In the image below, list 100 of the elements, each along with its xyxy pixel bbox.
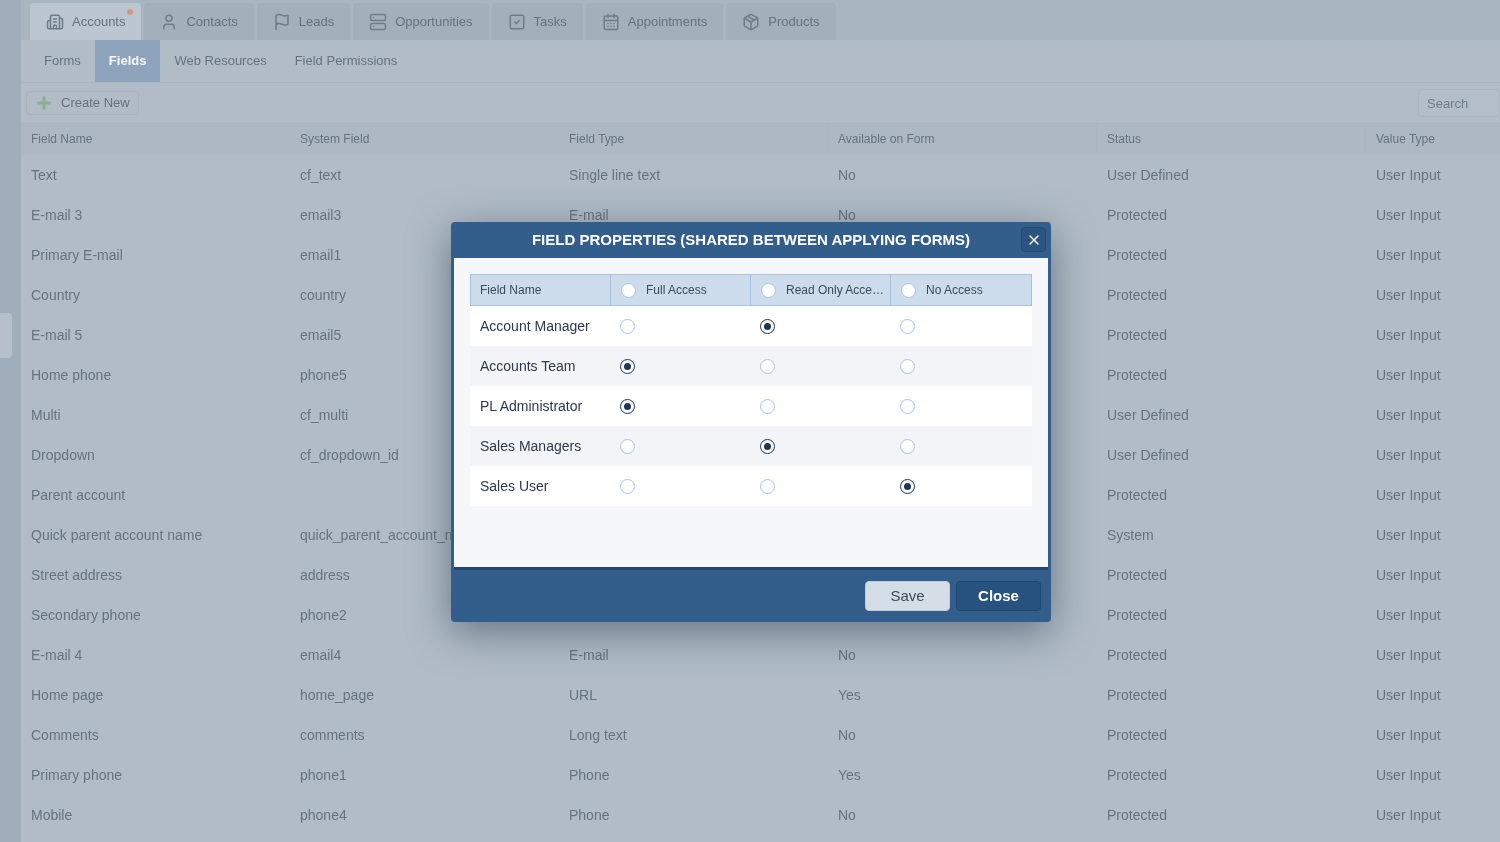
table-cell: E-mail 3: [31, 206, 83, 223]
table-cell: User Input: [1376, 606, 1441, 623]
column-header: Field Type: [559, 124, 828, 154]
save-button[interactable]: Save: [865, 581, 950, 611]
radio-button[interactable]: [900, 358, 915, 374]
table-cell: email3: [300, 206, 342, 223]
radio-button[interactable]: [760, 478, 775, 494]
radio-button[interactable]: [900, 438, 915, 454]
table-cell: User Input: [1376, 406, 1441, 423]
table-cell: User Input: [1376, 726, 1441, 743]
table-cell: User Input: [1376, 566, 1441, 583]
radio-button[interactable]: [620, 358, 635, 374]
table-cell: phone4: [300, 806, 347, 823]
column-header: Field Name: [21, 124, 290, 154]
table-cell: comments: [300, 726, 365, 743]
flag-icon: [272, 12, 291, 31]
table-cell: phone1: [300, 766, 347, 783]
table-cell: country: [300, 286, 346, 303]
radio-button[interactable]: [620, 318, 635, 334]
table-cell: Protected: [1107, 606, 1167, 623]
table-cell: No: [838, 646, 856, 663]
table-cell: cf_dropdown_id: [300, 446, 399, 463]
radio-button[interactable]: [900, 478, 915, 494]
radio-button[interactable]: [620, 398, 635, 414]
table-cell: User Input: [1376, 366, 1441, 383]
table-cell: Multi: [31, 406, 61, 423]
table-cell: User Input: [1376, 766, 1441, 783]
radio-button[interactable]: [900, 398, 915, 414]
table-cell: User Input: [1376, 286, 1441, 303]
radio-button[interactable]: [900, 318, 915, 334]
radio-button[interactable]: [760, 398, 775, 414]
table-cell: Single line text: [569, 166, 661, 183]
table-cell: User Input: [1376, 166, 1441, 183]
radio-button[interactable]: [621, 282, 636, 298]
table-cell: Protected: [1107, 366, 1167, 383]
plus-icon: [35, 94, 53, 112]
radio-button[interactable]: [760, 318, 775, 334]
table-cell: home_page: [300, 686, 374, 703]
radio-button[interactable]: [620, 478, 635, 494]
module-tab[interactable]: Contacts: [144, 3, 254, 40]
table-cell: Mobile: [31, 806, 73, 823]
table-cell: Protected: [1107, 806, 1167, 823]
module-tab[interactable]: Products: [726, 3, 836, 40]
box-icon: [742, 12, 761, 31]
dialog-title: FIELD PROPERTIES (SHARED BETWEEN APPLYING FORMS): [531, 229, 971, 250]
table-cell: User Input: [1376, 446, 1441, 463]
table-cell: Protected: [1107, 486, 1167, 503]
table-cell: quick_parent_account_n: [300, 526, 453, 543]
table-cell: System: [1107, 526, 1154, 543]
sub-tab[interactable]: Field Permissions: [280, 40, 412, 82]
table-cell: Street address: [31, 566, 123, 583]
table-cell: email4: [300, 646, 342, 663]
table-cell: Protected: [1107, 286, 1167, 303]
sub-tab[interactable]: Forms: [30, 40, 95, 82]
module-tab[interactable]: Opportunities: [353, 3, 489, 40]
table-cell: Home page: [31, 686, 104, 703]
table-cell: Protected: [1107, 206, 1167, 223]
close-button[interactable]: [1021, 227, 1046, 252]
module-tab[interactable]: Tasks: [491, 3, 583, 40]
table-cell: Protected: [1107, 766, 1167, 783]
module-tab[interactable]: Accounts: [30, 3, 142, 40]
table-cell: Text: [31, 166, 57, 183]
search-field[interactable]: Search: [1418, 89, 1500, 117]
table-cell: User Input: [1376, 206, 1441, 223]
calendar-icon: [601, 12, 620, 31]
radio-button[interactable]: [761, 282, 776, 298]
column-header: No Access: [926, 282, 983, 299]
radio-button[interactable]: [901, 282, 916, 298]
column-header: Full Access: [646, 282, 707, 299]
table-cell: Protected: [1107, 726, 1167, 743]
module-tab[interactable]: Appointments: [585, 3, 724, 40]
sub-tab[interactable]: Web Resources: [160, 40, 281, 82]
table-cell: phone2: [300, 606, 347, 623]
building-icon: [46, 12, 64, 31]
table-cell: No: [838, 206, 856, 223]
table-cell: Long text: [569, 726, 627, 743]
table-cell: Country: [31, 286, 81, 303]
table-cell: User Input: [1376, 646, 1441, 663]
table-cell: User Input: [1376, 806, 1441, 823]
table-cell: email5: [300, 326, 342, 343]
table-cell: Yes: [838, 766, 861, 783]
radio-button[interactable]: [760, 358, 775, 374]
sub-tab[interactable]: Fields: [94, 40, 161, 82]
table-cell: Parent account: [31, 486, 126, 503]
role-name: Sales Managers: [480, 438, 582, 454]
column-header: Field Name: [471, 275, 611, 305]
close-dialog-button[interactable]: Close: [956, 581, 1041, 611]
table-cell: No: [838, 166, 856, 183]
table-cell: No: [838, 726, 856, 743]
table-cell: User Input: [1376, 246, 1441, 263]
table-cell: cf_text: [300, 166, 342, 183]
create-new-button[interactable]: Create New: [26, 91, 139, 115]
role-name: Account Manager: [480, 318, 590, 334]
radio-button[interactable]: [620, 438, 635, 454]
table-cell: Protected: [1107, 566, 1167, 583]
table-cell: E-mail: [569, 646, 609, 663]
role-name: Sales User: [480, 478, 549, 494]
radio-button[interactable]: [760, 438, 775, 454]
module-tab[interactable]: Leads: [256, 3, 351, 40]
column-header: Read Only Acce…: [786, 282, 885, 299]
